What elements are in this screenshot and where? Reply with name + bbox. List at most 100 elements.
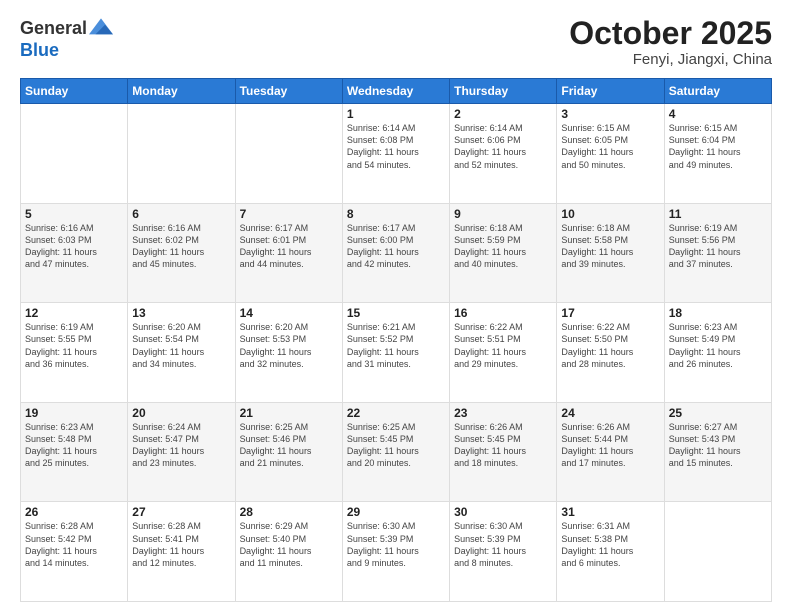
day-number: 5 bbox=[25, 207, 123, 221]
day-info: Sunrise: 6:23 AM Sunset: 5:48 PM Dayligh… bbox=[25, 421, 123, 470]
day-number: 29 bbox=[347, 505, 445, 519]
table-row bbox=[21, 104, 128, 204]
day-number: 17 bbox=[561, 306, 659, 320]
table-row bbox=[664, 502, 771, 602]
day-number: 26 bbox=[25, 505, 123, 519]
table-row: 5Sunrise: 6:16 AM Sunset: 6:03 PM Daylig… bbox=[21, 203, 128, 303]
table-row: 2Sunrise: 6:14 AM Sunset: 6:06 PM Daylig… bbox=[450, 104, 557, 204]
col-saturday: Saturday bbox=[664, 79, 771, 104]
calendar-week-row: 19Sunrise: 6:23 AM Sunset: 5:48 PM Dayli… bbox=[21, 402, 772, 502]
table-row: 1Sunrise: 6:14 AM Sunset: 6:08 PM Daylig… bbox=[342, 104, 449, 204]
day-info: Sunrise: 6:15 AM Sunset: 6:04 PM Dayligh… bbox=[669, 122, 767, 171]
day-info: Sunrise: 6:14 AM Sunset: 6:06 PM Dayligh… bbox=[454, 122, 552, 171]
day-info: Sunrise: 6:28 AM Sunset: 5:41 PM Dayligh… bbox=[132, 520, 230, 569]
calendar-week-row: 26Sunrise: 6:28 AM Sunset: 5:42 PM Dayli… bbox=[21, 502, 772, 602]
col-wednesday: Wednesday bbox=[342, 79, 449, 104]
day-number: 2 bbox=[454, 107, 552, 121]
day-info: Sunrise: 6:21 AM Sunset: 5:52 PM Dayligh… bbox=[347, 321, 445, 370]
day-info: Sunrise: 6:26 AM Sunset: 5:44 PM Dayligh… bbox=[561, 421, 659, 470]
page: General Blue October 2025 Fenyi, Jiangxi… bbox=[0, 0, 792, 612]
day-info: Sunrise: 6:15 AM Sunset: 6:05 PM Dayligh… bbox=[561, 122, 659, 171]
day-number: 15 bbox=[347, 306, 445, 320]
day-info: Sunrise: 6:26 AM Sunset: 5:45 PM Dayligh… bbox=[454, 421, 552, 470]
table-row: 29Sunrise: 6:30 AM Sunset: 5:39 PM Dayli… bbox=[342, 502, 449, 602]
table-row: 14Sunrise: 6:20 AM Sunset: 5:53 PM Dayli… bbox=[235, 303, 342, 403]
day-info: Sunrise: 6:16 AM Sunset: 6:03 PM Dayligh… bbox=[25, 222, 123, 271]
table-row: 16Sunrise: 6:22 AM Sunset: 5:51 PM Dayli… bbox=[450, 303, 557, 403]
day-number: 20 bbox=[132, 406, 230, 420]
calendar-table: Sunday Monday Tuesday Wednesday Thursday… bbox=[20, 78, 772, 602]
col-tuesday: Tuesday bbox=[235, 79, 342, 104]
day-info: Sunrise: 6:30 AM Sunset: 5:39 PM Dayligh… bbox=[347, 520, 445, 569]
day-number: 1 bbox=[347, 107, 445, 121]
table-row: 28Sunrise: 6:29 AM Sunset: 5:40 PM Dayli… bbox=[235, 502, 342, 602]
table-row: 27Sunrise: 6:28 AM Sunset: 5:41 PM Dayli… bbox=[128, 502, 235, 602]
table-row: 9Sunrise: 6:18 AM Sunset: 5:59 PM Daylig… bbox=[450, 203, 557, 303]
day-number: 24 bbox=[561, 406, 659, 420]
day-number: 22 bbox=[347, 406, 445, 420]
table-row bbox=[128, 104, 235, 204]
table-row: 20Sunrise: 6:24 AM Sunset: 5:47 PM Dayli… bbox=[128, 402, 235, 502]
col-thursday: Thursday bbox=[450, 79, 557, 104]
title-block: October 2025 Fenyi, Jiangxi, China bbox=[569, 16, 772, 68]
day-info: Sunrise: 6:20 AM Sunset: 5:53 PM Dayligh… bbox=[240, 321, 338, 370]
day-info: Sunrise: 6:18 AM Sunset: 5:58 PM Dayligh… bbox=[561, 222, 659, 271]
day-info: Sunrise: 6:30 AM Sunset: 5:39 PM Dayligh… bbox=[454, 520, 552, 569]
logo-icon bbox=[89, 16, 113, 40]
day-info: Sunrise: 6:23 AM Sunset: 5:49 PM Dayligh… bbox=[669, 321, 767, 370]
calendar-title: October 2025 bbox=[569, 16, 772, 51]
table-row: 11Sunrise: 6:19 AM Sunset: 5:56 PM Dayli… bbox=[664, 203, 771, 303]
day-info: Sunrise: 6:27 AM Sunset: 5:43 PM Dayligh… bbox=[669, 421, 767, 470]
day-number: 16 bbox=[454, 306, 552, 320]
day-number: 10 bbox=[561, 207, 659, 221]
day-number: 30 bbox=[454, 505, 552, 519]
logo-blue: Blue bbox=[20, 40, 113, 61]
day-number: 12 bbox=[25, 306, 123, 320]
col-monday: Monday bbox=[128, 79, 235, 104]
table-row: 25Sunrise: 6:27 AM Sunset: 5:43 PM Dayli… bbox=[664, 402, 771, 502]
day-number: 6 bbox=[132, 207, 230, 221]
table-row: 6Sunrise: 6:16 AM Sunset: 6:02 PM Daylig… bbox=[128, 203, 235, 303]
table-row: 17Sunrise: 6:22 AM Sunset: 5:50 PM Dayli… bbox=[557, 303, 664, 403]
day-info: Sunrise: 6:25 AM Sunset: 5:45 PM Dayligh… bbox=[347, 421, 445, 470]
table-row: 3Sunrise: 6:15 AM Sunset: 6:05 PM Daylig… bbox=[557, 104, 664, 204]
header: General Blue October 2025 Fenyi, Jiangxi… bbox=[20, 16, 772, 68]
day-number: 7 bbox=[240, 207, 338, 221]
table-row: 23Sunrise: 6:26 AM Sunset: 5:45 PM Dayli… bbox=[450, 402, 557, 502]
day-number: 9 bbox=[454, 207, 552, 221]
day-number: 21 bbox=[240, 406, 338, 420]
table-row: 13Sunrise: 6:20 AM Sunset: 5:54 PM Dayli… bbox=[128, 303, 235, 403]
calendar-week-row: 5Sunrise: 6:16 AM Sunset: 6:03 PM Daylig… bbox=[21, 203, 772, 303]
day-info: Sunrise: 6:24 AM Sunset: 5:47 PM Dayligh… bbox=[132, 421, 230, 470]
day-info: Sunrise: 6:25 AM Sunset: 5:46 PM Dayligh… bbox=[240, 421, 338, 470]
table-row: 8Sunrise: 6:17 AM Sunset: 6:00 PM Daylig… bbox=[342, 203, 449, 303]
day-number: 31 bbox=[561, 505, 659, 519]
day-number: 14 bbox=[240, 306, 338, 320]
day-info: Sunrise: 6:17 AM Sunset: 6:01 PM Dayligh… bbox=[240, 222, 338, 271]
day-number: 4 bbox=[669, 107, 767, 121]
day-number: 11 bbox=[669, 207, 767, 221]
day-number: 8 bbox=[347, 207, 445, 221]
table-row: 24Sunrise: 6:26 AM Sunset: 5:44 PM Dayli… bbox=[557, 402, 664, 502]
logo-general: General bbox=[20, 18, 87, 39]
day-info: Sunrise: 6:18 AM Sunset: 5:59 PM Dayligh… bbox=[454, 222, 552, 271]
day-info: Sunrise: 6:22 AM Sunset: 5:50 PM Dayligh… bbox=[561, 321, 659, 370]
day-info: Sunrise: 6:28 AM Sunset: 5:42 PM Dayligh… bbox=[25, 520, 123, 569]
day-info: Sunrise: 6:20 AM Sunset: 5:54 PM Dayligh… bbox=[132, 321, 230, 370]
col-sunday: Sunday bbox=[21, 79, 128, 104]
table-row: 30Sunrise: 6:30 AM Sunset: 5:39 PM Dayli… bbox=[450, 502, 557, 602]
day-info: Sunrise: 6:29 AM Sunset: 5:40 PM Dayligh… bbox=[240, 520, 338, 569]
col-friday: Friday bbox=[557, 79, 664, 104]
table-row: 7Sunrise: 6:17 AM Sunset: 6:01 PM Daylig… bbox=[235, 203, 342, 303]
table-row: 19Sunrise: 6:23 AM Sunset: 5:48 PM Dayli… bbox=[21, 402, 128, 502]
day-number: 23 bbox=[454, 406, 552, 420]
day-number: 18 bbox=[669, 306, 767, 320]
day-number: 25 bbox=[669, 406, 767, 420]
calendar-week-row: 12Sunrise: 6:19 AM Sunset: 5:55 PM Dayli… bbox=[21, 303, 772, 403]
table-row: 26Sunrise: 6:28 AM Sunset: 5:42 PM Dayli… bbox=[21, 502, 128, 602]
table-row: 15Sunrise: 6:21 AM Sunset: 5:52 PM Dayli… bbox=[342, 303, 449, 403]
day-info: Sunrise: 6:16 AM Sunset: 6:02 PM Dayligh… bbox=[132, 222, 230, 271]
table-row: 21Sunrise: 6:25 AM Sunset: 5:46 PM Dayli… bbox=[235, 402, 342, 502]
table-row: 22Sunrise: 6:25 AM Sunset: 5:45 PM Dayli… bbox=[342, 402, 449, 502]
calendar-header-row: Sunday Monday Tuesday Wednesday Thursday… bbox=[21, 79, 772, 104]
